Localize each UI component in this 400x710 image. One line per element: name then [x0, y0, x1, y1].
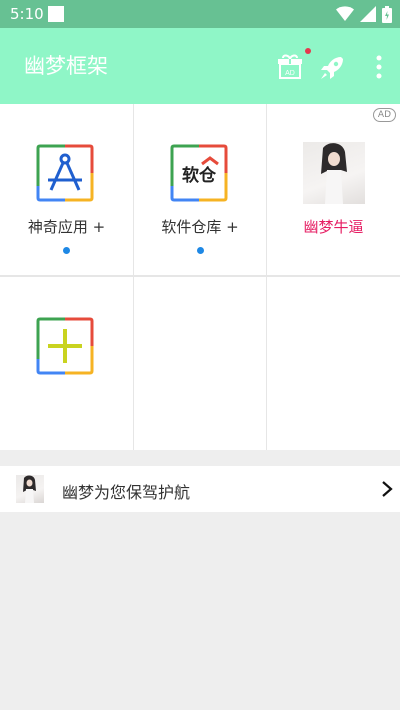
status-time: 5:10	[10, 5, 44, 23]
grid-item-label: 神奇应用 +	[27, 218, 106, 236]
new-indicator-dot	[197, 247, 204, 254]
grid-item-ad[interactable]: AD 幽梦牛逼	[267, 104, 400, 275]
battery-icon	[382, 5, 392, 23]
grid-item-add[interactable]	[0, 277, 133, 450]
add-icon	[36, 317, 94, 375]
compass-app-icon	[36, 144, 94, 202]
ad-badge: AD	[372, 108, 396, 122]
girl-photo	[303, 142, 365, 204]
grid-item-label: 软件仓库 +	[161, 218, 239, 236]
software-repo-icon: 软仓	[170, 144, 228, 202]
app-bar: 幽梦框架 AD	[0, 28, 400, 104]
avatar	[16, 475, 44, 503]
grid-item-software-repo[interactable]: 软仓 软件仓库 +	[134, 104, 266, 275]
grid-empty-cell	[267, 277, 400, 450]
promo-row[interactable]: 幽梦为您保驾护航	[0, 466, 400, 512]
new-indicator-dot	[63, 247, 70, 254]
signal-icon	[360, 6, 376, 22]
status-icons	[336, 5, 392, 23]
app-grid: 神奇应用 + 软仓 软件仓库 + AD 幽梦牛逼	[0, 104, 400, 450]
status-bar: 5:10	[0, 0, 400, 28]
more-options-icon[interactable]	[364, 52, 394, 82]
repo-icon-text: 软仓	[182, 165, 217, 186]
rocket-icon[interactable]	[318, 52, 348, 82]
notification-icon	[48, 6, 64, 22]
grid-item-label: 幽梦牛逼	[303, 218, 364, 236]
gift-icon[interactable]: AD	[275, 52, 305, 82]
app-title: 幽梦框架	[24, 54, 108, 78]
gift-ad-label: AD	[285, 70, 295, 77]
notification-dot	[305, 48, 311, 54]
grid-item-magic-apps[interactable]: 神奇应用 +	[0, 104, 133, 275]
chevron-right-icon	[382, 481, 393, 497]
promo-row-text: 幽梦为您保驾护航	[62, 483, 191, 502]
wifi-icon	[336, 6, 354, 21]
grid-empty-cell	[134, 277, 266, 450]
